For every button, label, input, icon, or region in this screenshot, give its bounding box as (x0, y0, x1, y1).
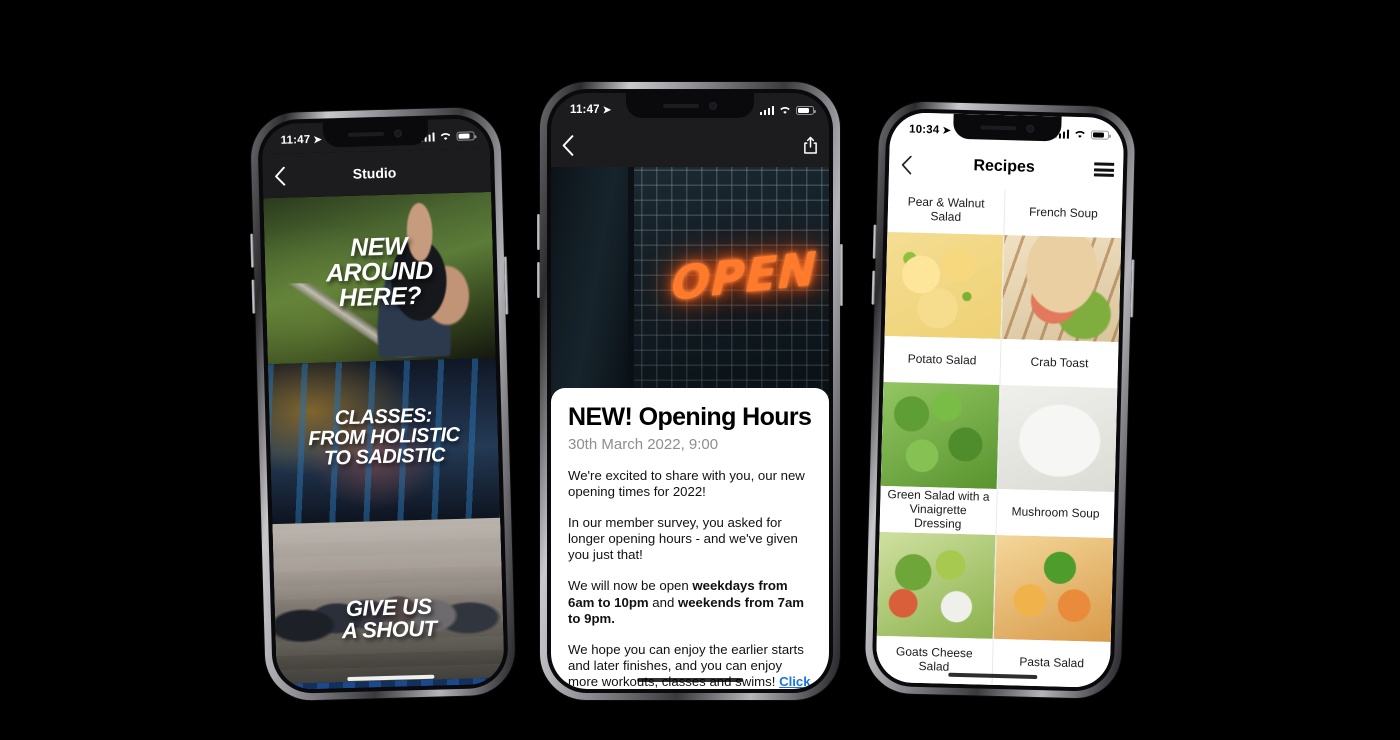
neon-open-sign: OPEN (670, 241, 819, 312)
menu-button[interactable] (1085, 162, 1123, 177)
article-date: 30th March 2022, 9:00 (568, 436, 719, 453)
recipe-title: Goats Cheese Salad (875, 635, 993, 685)
nav-right-spacer (453, 170, 491, 171)
article-paragraph-3: We will now be open weekdays from 6am to… (568, 578, 812, 626)
phone-screen: 11:47 ➤ Studio NEW AROUND HERE? CLASSES:… (261, 117, 505, 691)
volume-buttons[interactable] (872, 224, 877, 259)
article-paragraph-1: We're excited to share with you, our new… (568, 468, 805, 500)
recipe-cell[interactable]: Goats Cheese Salad (875, 531, 997, 688)
phone-studio: 11:47 ➤ Studio NEW AROUND HERE? CLASSES:… (249, 106, 517, 702)
recipe-title: Green Salad with a Vinaigrette Dressing (879, 485, 997, 535)
article-hero-image: OPEN (551, 167, 829, 396)
status-time: 11:47 (570, 104, 600, 116)
recipe-cell[interactable]: Pasta Salad (991, 534, 1114, 688)
back-button[interactable] (889, 155, 923, 175)
phone-recipes: 10:34 ➤ Recipes Pear & Walnut Salad Fren… (864, 100, 1136, 700)
recipe-title: Mushroom Soup (996, 488, 1115, 539)
feed-card-new-around-here[interactable]: NEW AROUND HERE? (263, 191, 496, 365)
power-button[interactable] (840, 244, 843, 306)
battery-icon (1090, 130, 1110, 140)
recipe-thumbnail (876, 531, 996, 639)
recipe-thumbnail (1001, 235, 1122, 343)
recipe-title: Crab Toast (1000, 339, 1119, 389)
earpiece-speaker (663, 103, 699, 108)
back-button[interactable] (551, 134, 585, 156)
volume-buttons[interactable] (251, 279, 256, 314)
phone-bezel: 11:47 ➤ Studio NEW AROUND HERE? CLASSES:… (257, 113, 509, 695)
feed-card-classes[interactable]: CLASSES: FROM HOLISTIC TO SADISTIC (267, 357, 501, 525)
status-time: 10:34 (908, 123, 940, 137)
notch (953, 113, 1062, 142)
front-camera-icon (709, 101, 717, 110)
volume-buttons[interactable] (250, 233, 255, 268)
recipe-cell[interactable]: French Soup (1001, 189, 1123, 343)
notch (626, 93, 754, 118)
nav-bar: Recipes (888, 142, 1124, 193)
share-icon (803, 136, 817, 154)
recipe-cell[interactable]: Crab Toast Mushroom Soup (996, 339, 1119, 539)
recipe-title: Potato Salad (883, 335, 1001, 385)
location-arrow-icon: ➤ (942, 124, 952, 137)
phone-screen: 11:47 ➤ OPEN NEW! Opening Hours 30th Mar… (551, 93, 829, 689)
front-camera-icon (394, 128, 403, 138)
earpiece-speaker (348, 131, 385, 137)
hamburger-menu-icon (1093, 162, 1115, 177)
phone-bezel: 11:47 ➤ OPEN NEW! Opening Hours 30th Mar… (547, 89, 833, 693)
front-camera-icon (1026, 124, 1035, 133)
battery-icon (456, 131, 475, 141)
phone-bezel: 10:34 ➤ Recipes Pear & Walnut Salad Fren… (871, 107, 1129, 693)
power-button[interactable] (1130, 259, 1135, 318)
back-button[interactable] (262, 166, 297, 186)
article-paragraph-2: In our member survey, you asked for long… (568, 515, 798, 563)
recipe-thumbnail (993, 534, 1114, 642)
earpiece-speaker (980, 124, 1017, 130)
cellular-bars-icon (759, 106, 774, 115)
phone-screen: 10:34 ➤ Recipes Pear & Walnut Salad Fren… (875, 112, 1125, 688)
article-title: NEW! Opening Hours (568, 403, 812, 431)
status-time: 11:47 (280, 133, 311, 147)
page-title: Recipes (973, 157, 1036, 176)
p3-mid: and (648, 594, 678, 610)
p3-pre: We will now be open (568, 578, 693, 594)
share-button[interactable] (791, 136, 829, 155)
wifi-icon (780, 106, 790, 114)
feed-card-give-us-a-shout[interactable]: GIVE US A SHOUT (272, 517, 505, 685)
volume-buttons[interactable] (537, 262, 540, 298)
recipe-thumbnail (880, 381, 1000, 489)
power-button[interactable] (503, 256, 509, 315)
wifi-icon (1075, 131, 1085, 138)
recipe-thumbnail (884, 231, 1004, 339)
wifi-icon (440, 133, 451, 140)
phone-article: 11:47 ➤ OPEN NEW! Opening Hours 30th Mar… (537, 82, 843, 700)
nav-bar (551, 123, 829, 167)
volume-buttons[interactable] (871, 270, 876, 305)
recipe-cell[interactable]: Potato Salad Green Salad with a Vinaigre… (879, 335, 1002, 535)
page-title: Studio (352, 164, 397, 182)
article-card: NEW! Opening Hours 30th March 2022, 9:00… (551, 388, 829, 689)
home-indicator[interactable] (637, 678, 743, 682)
recipe-thumbnail (997, 385, 1118, 493)
location-arrow-icon: ➤ (313, 134, 323, 146)
mockup-stage: 11:47 ➤ Studio NEW AROUND HERE? CLASSES:… (0, 0, 1400, 740)
volume-buttons[interactable] (537, 214, 540, 250)
recipe-title: Pasta Salad (992, 638, 1111, 688)
recipe-title: Pear & Walnut Salad (887, 186, 1005, 236)
notch (322, 119, 429, 148)
recipes-grid-scroll[interactable]: Pear & Walnut Salad French Soup Potato S… (875, 186, 1123, 688)
recipes-grid: Pear & Walnut Salad French Soup Potato S… (875, 186, 1123, 688)
shopfront-decor (551, 167, 635, 396)
location-arrow-icon: ➤ (602, 104, 612, 116)
recipe-cell[interactable]: Pear & Walnut Salad (884, 186, 1006, 340)
recipe-title: French Soup (1004, 189, 1123, 239)
battery-icon (796, 106, 816, 115)
studio-feed[interactable]: NEW AROUND HERE? CLASSES: FROM HOLISTIC … (263, 191, 505, 691)
nav-bar: Studio (261, 147, 492, 199)
